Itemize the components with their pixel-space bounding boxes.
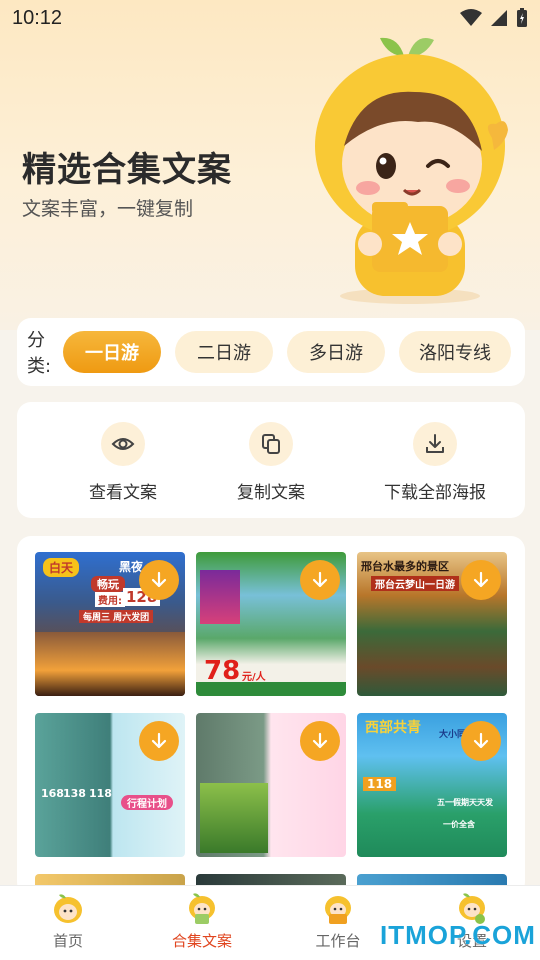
download-poster-button[interactable] (461, 560, 501, 600)
view-copy-button[interactable]: 查看文案 (53, 422, 193, 503)
poster-text: 邢台水最多的景区 (361, 560, 449, 573)
collection-mascot-icon (189, 893, 215, 924)
poster-card[interactable]: 白天 黑夜 畅玩 费用: 128 每周三 周六发团 (35, 552, 185, 696)
poster-card[interactable]: 78 元/人 (196, 552, 346, 696)
nav-collection[interactable]: 合集文案 (152, 892, 252, 951)
poster-text: 西部共青 (365, 720, 421, 736)
poster-text: 每周三 周六发团 (79, 610, 154, 623)
poster-text: 一价全含 (443, 820, 475, 829)
download-poster-button[interactable] (139, 560, 179, 600)
hero-subtitle: 文案丰富，一键复制 (22, 198, 194, 220)
category-chip-luoyang[interactable]: 洛阳专线 (399, 331, 511, 373)
site-watermark: ITMOP.COM (380, 920, 536, 950)
arrow-down-icon (151, 732, 167, 749)
arrow-down-icon (312, 732, 328, 749)
poster-text: 118 (89, 787, 112, 800)
poster-card[interactable]: 邢台水最多的景区 邢台云梦山一日游 (357, 552, 507, 696)
download-all-label: 下载全部海报 (384, 483, 486, 503)
poster-footer (196, 682, 346, 696)
poster-text: 五一假期天天发 (437, 798, 493, 807)
home-mascot-icon (54, 894, 82, 923)
poster-text: 费用: (95, 592, 125, 607)
poster-card[interactable]: 168 138 118 行程计划 (35, 713, 185, 857)
nav-home-label: 首页 (52, 932, 83, 950)
category-bar: 分类: 一日游 二日游 多日游 洛阳专线 (17, 318, 525, 386)
poster-text: 138 (63, 787, 86, 800)
poster-text: 118 (363, 777, 397, 791)
download-all-button[interactable]: 下载全部海报 (365, 422, 505, 503)
status-time: 10:12 (12, 6, 63, 29)
poster-text: 白天 (43, 558, 80, 577)
arrow-down-icon (151, 571, 167, 588)
arrow-down-icon (473, 571, 489, 588)
poster-card[interactable] (196, 713, 346, 857)
poster-text: 邢台云梦山一日游 (371, 576, 459, 591)
category-chip-two-day[interactable]: 二日游 (175, 331, 273, 373)
copy-text-label: 复制文案 (237, 483, 305, 503)
download-icon (413, 422, 457, 466)
download-poster-button[interactable] (139, 721, 179, 761)
nav-workbench-label: 工作台 (315, 932, 361, 950)
nav-workbench[interactable]: 工作台 (288, 892, 388, 951)
category-chip-multi-day[interactable]: 多日游 (287, 331, 385, 373)
nav-home[interactable]: 首页 (18, 892, 118, 951)
mascot-illustration (315, 37, 508, 304)
signal-icon (491, 10, 507, 26)
status-icons (460, 8, 528, 28)
copy-icon (249, 422, 293, 466)
poster-grid: 白天 黑夜 畅玩 费用: 128 每周三 周六发团 78 元/人 邢台水最多的景… (17, 536, 525, 896)
poster-text: 畅玩 (91, 576, 125, 592)
poster-card[interactable]: 西部共青 大小同游 118 五一假期天天发 一价全含 (357, 713, 507, 857)
hero-banner: 10:12 精选合集文案 文案丰富，一键复制 (0, 0, 540, 330)
poster-image (35, 632, 185, 696)
category-chip-day-trip[interactable]: 一日游 (63, 331, 161, 373)
download-poster-button[interactable] (461, 721, 501, 761)
view-copy-label: 查看文案 (89, 483, 157, 503)
action-panel: 查看文案 复制文案 下载全部海报 (17, 402, 525, 518)
category-label: 分类: (27, 330, 52, 377)
wifi-icon (460, 9, 482, 26)
poster-text: 行程计划 (121, 795, 173, 810)
eye-icon (101, 422, 145, 466)
poster-image (200, 570, 240, 624)
download-poster-button[interactable] (300, 721, 340, 761)
poster-text: 元/人 (242, 672, 266, 683)
copy-text-button[interactable]: 复制文案 (201, 422, 341, 503)
arrow-down-icon (473, 732, 489, 749)
poster-image (200, 783, 268, 853)
nav-collection-label: 合集文案 (171, 932, 232, 950)
download-poster-button[interactable] (300, 560, 340, 600)
poster-text: 168 (41, 787, 64, 800)
arrow-down-icon (312, 571, 328, 588)
battery-icon (517, 8, 527, 27)
workbench-mascot-icon (325, 896, 351, 924)
hero-title: 精选合集文案 (22, 150, 232, 190)
